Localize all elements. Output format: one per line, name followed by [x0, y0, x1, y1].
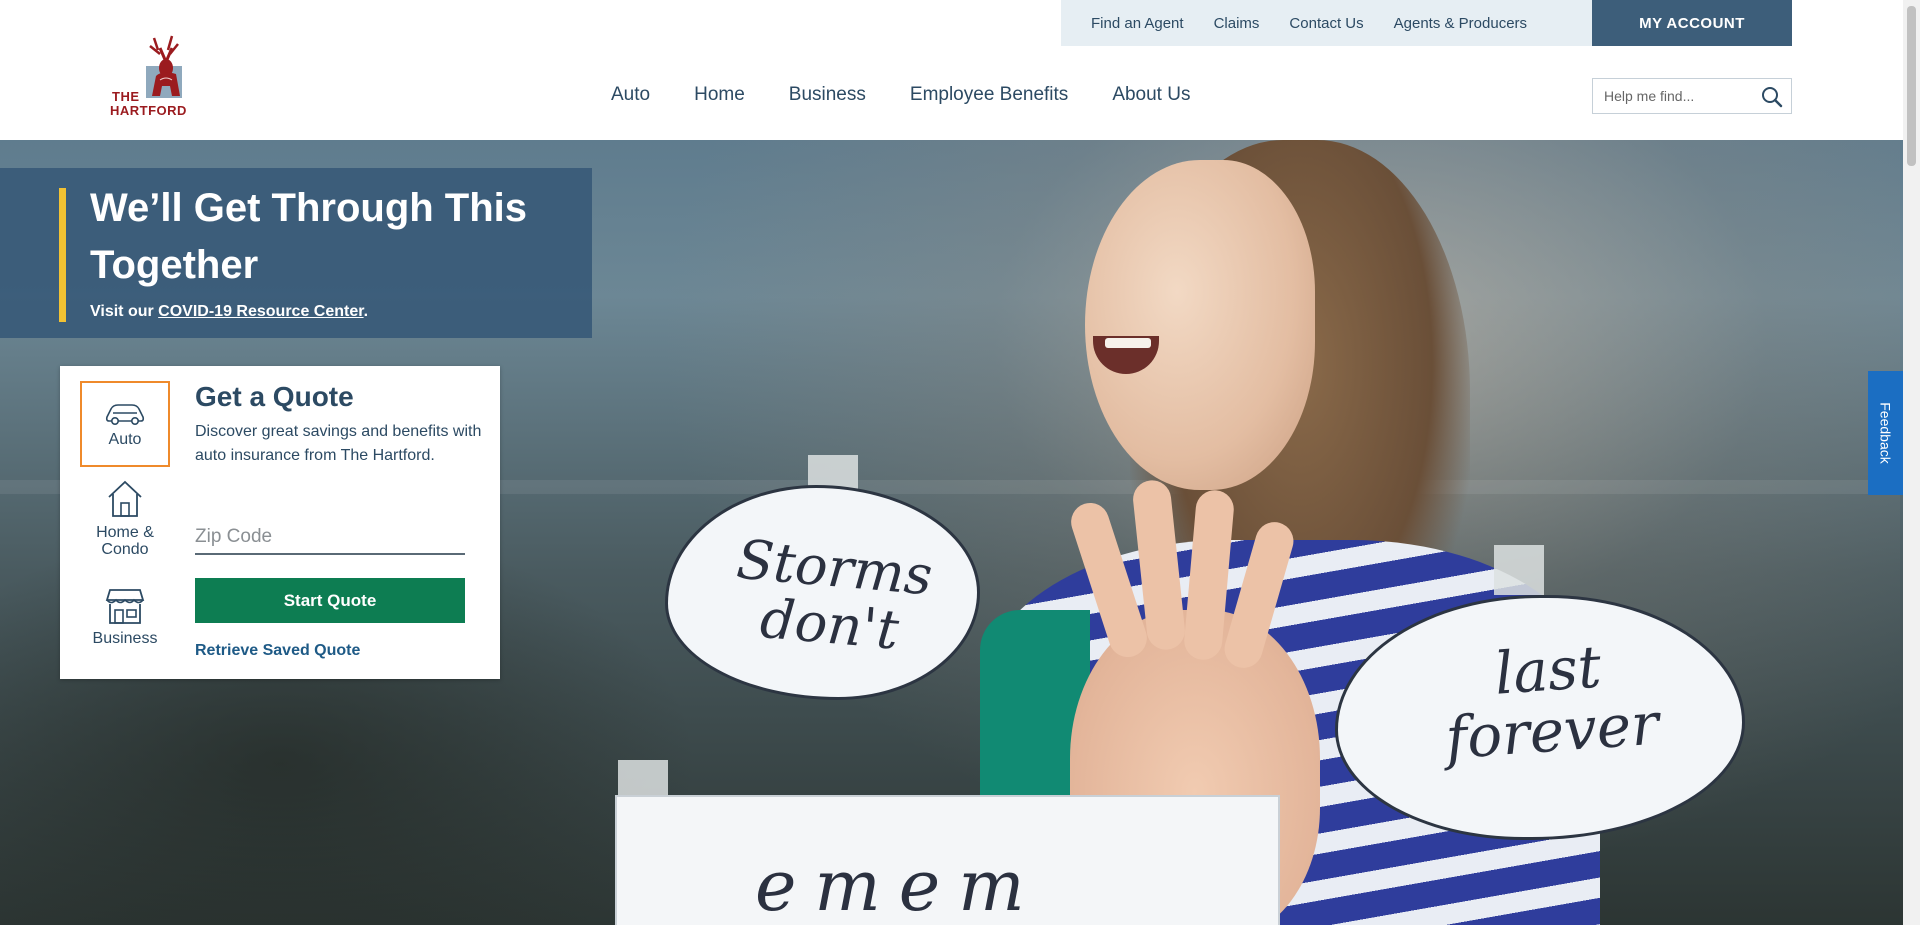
search-box [1592, 78, 1792, 114]
search-input[interactable] [1604, 88, 1754, 104]
hero-title: We’ll Get Through This Together [90, 186, 528, 287]
hero-subtitle: Visit our COVID-19 Resource Center. [90, 303, 368, 321]
hartford-logo[interactable]: THE HARTFORD [110, 28, 206, 124]
logo-line2: HARTFORD [110, 103, 187, 118]
quote-card: Auto Home & Condo Business Get a Quote D… [60, 366, 500, 679]
logo-line1: THE [112, 89, 140, 104]
utility-bar: Find an Agent Claims Contact Us Agents &… [1061, 0, 1592, 46]
zip-code-field[interactable] [195, 521, 465, 555]
cloud-sign-right-text: last forever [1416, 631, 1684, 772]
utility-link-contact[interactable]: Contact Us [1289, 15, 1363, 32]
retrieve-saved-quote-link[interactable]: Retrieve Saved Quote [195, 642, 360, 660]
feedback-tab[interactable]: Feedback [1868, 371, 1903, 495]
page-scrollbar[interactable] [1903, 0, 1920, 925]
quote-tab-label: Home & Condo [96, 524, 154, 558]
tape [1494, 545, 1544, 595]
quote-description: Discover great savings and benefits with… [195, 423, 482, 464]
main-nav: Auto Home Business Employee Benefits Abo… [611, 84, 1190, 106]
start-quote-button[interactable]: Start Quote [195, 578, 465, 623]
paper-sign-text: emem [755, 845, 1043, 925]
site-header: THE HARTFORD Find an Agent Claims Contac… [0, 0, 1903, 140]
child-face [1085, 160, 1315, 490]
quote-tab-label: Auto [108, 431, 142, 448]
feedback-label: Feedback [1877, 402, 1894, 464]
my-account-button[interactable]: MY ACCOUNT [1592, 0, 1792, 46]
hero-banner-accent [59, 188, 66, 322]
house-icon [108, 480, 142, 517]
nav-item-auto[interactable]: Auto [611, 84, 650, 106]
scrollbar-thumb[interactable] [1907, 6, 1916, 166]
hero-subtitle-suffix: . [363, 303, 369, 320]
storefront-icon [105, 589, 145, 624]
logo-wordmark: THE HARTFORD [110, 90, 187, 118]
quote-tab-home-condo[interactable]: Home & Condo [80, 478, 170, 558]
cloud-sign-left-text: Storms don't [708, 528, 957, 664]
covid-resource-center-link[interactable]: COVID-19 Resource Center [158, 303, 363, 320]
nav-item-home[interactable]: Home [694, 84, 745, 106]
utility-link-agents-producers[interactable]: Agents & Producers [1394, 15, 1527, 32]
nav-item-employee-benefits[interactable]: Employee Benefits [910, 84, 1068, 106]
utility-link-claims[interactable]: Claims [1214, 15, 1260, 32]
car-icon [105, 404, 145, 425]
utility-link-find-agent[interactable]: Find an Agent [1091, 15, 1184, 32]
hero-subtitle-prefix: Visit our [90, 303, 159, 320]
search-icon[interactable] [1761, 86, 1783, 108]
nav-item-about-us[interactable]: About Us [1112, 84, 1190, 106]
quote-tab-label: Business [92, 630, 158, 647]
nav-item-business[interactable]: Business [789, 84, 866, 106]
quote-tab-business[interactable]: Business [80, 586, 170, 647]
quote-title: Get a Quote [195, 381, 354, 412]
child-teeth [1105, 338, 1151, 348]
quote-tab-auto[interactable]: Auto [80, 381, 170, 467]
